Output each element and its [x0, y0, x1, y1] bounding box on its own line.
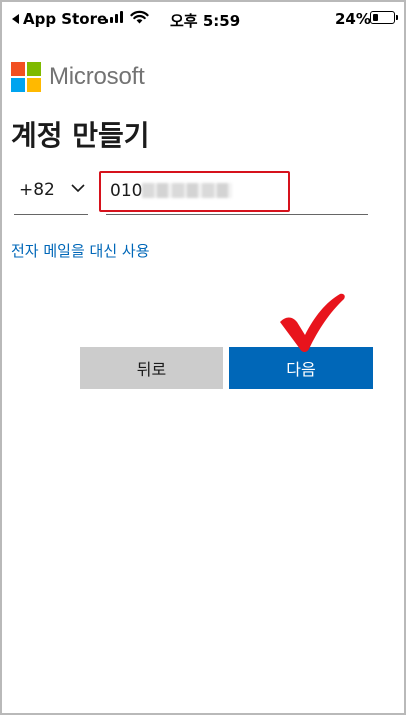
- country-code-select[interactable]: +82: [14, 170, 88, 215]
- use-email-instead-link[interactable]: 전자 메일을 대신 사용: [11, 240, 150, 261]
- device-frame: App Store 오후 5:59 24% Microsoft 계정 만들기 +…: [0, 0, 406, 715]
- microsoft-squares-icon: [11, 62, 41, 92]
- battery-icon: [370, 11, 398, 24]
- page-title: 계정 만들기: [11, 119, 150, 152]
- checkmark-annotation-icon: [280, 293, 345, 352]
- back-app-label: App Store: [23, 10, 108, 28]
- logo-text: Microsoft: [49, 63, 145, 90]
- microsoft-logo: Microsoft: [11, 62, 145, 92]
- status-bar: App Store 오후 5:59 24%: [2, 2, 404, 34]
- battery-percentage: 24%: [335, 10, 371, 28]
- clock: 오후 5:59: [170, 12, 241, 30]
- wifi-icon: [130, 10, 149, 24]
- back-button[interactable]: 뒤로: [80, 347, 223, 389]
- cellular-signal-icon: [105, 11, 123, 23]
- chevron-down-icon: [71, 184, 85, 193]
- country-code-value: +82: [19, 180, 55, 200]
- back-triangle-icon: [12, 14, 19, 24]
- input-highlight-box: [99, 171, 290, 212]
- back-to-app-link[interactable]: App Store: [12, 10, 107, 28]
